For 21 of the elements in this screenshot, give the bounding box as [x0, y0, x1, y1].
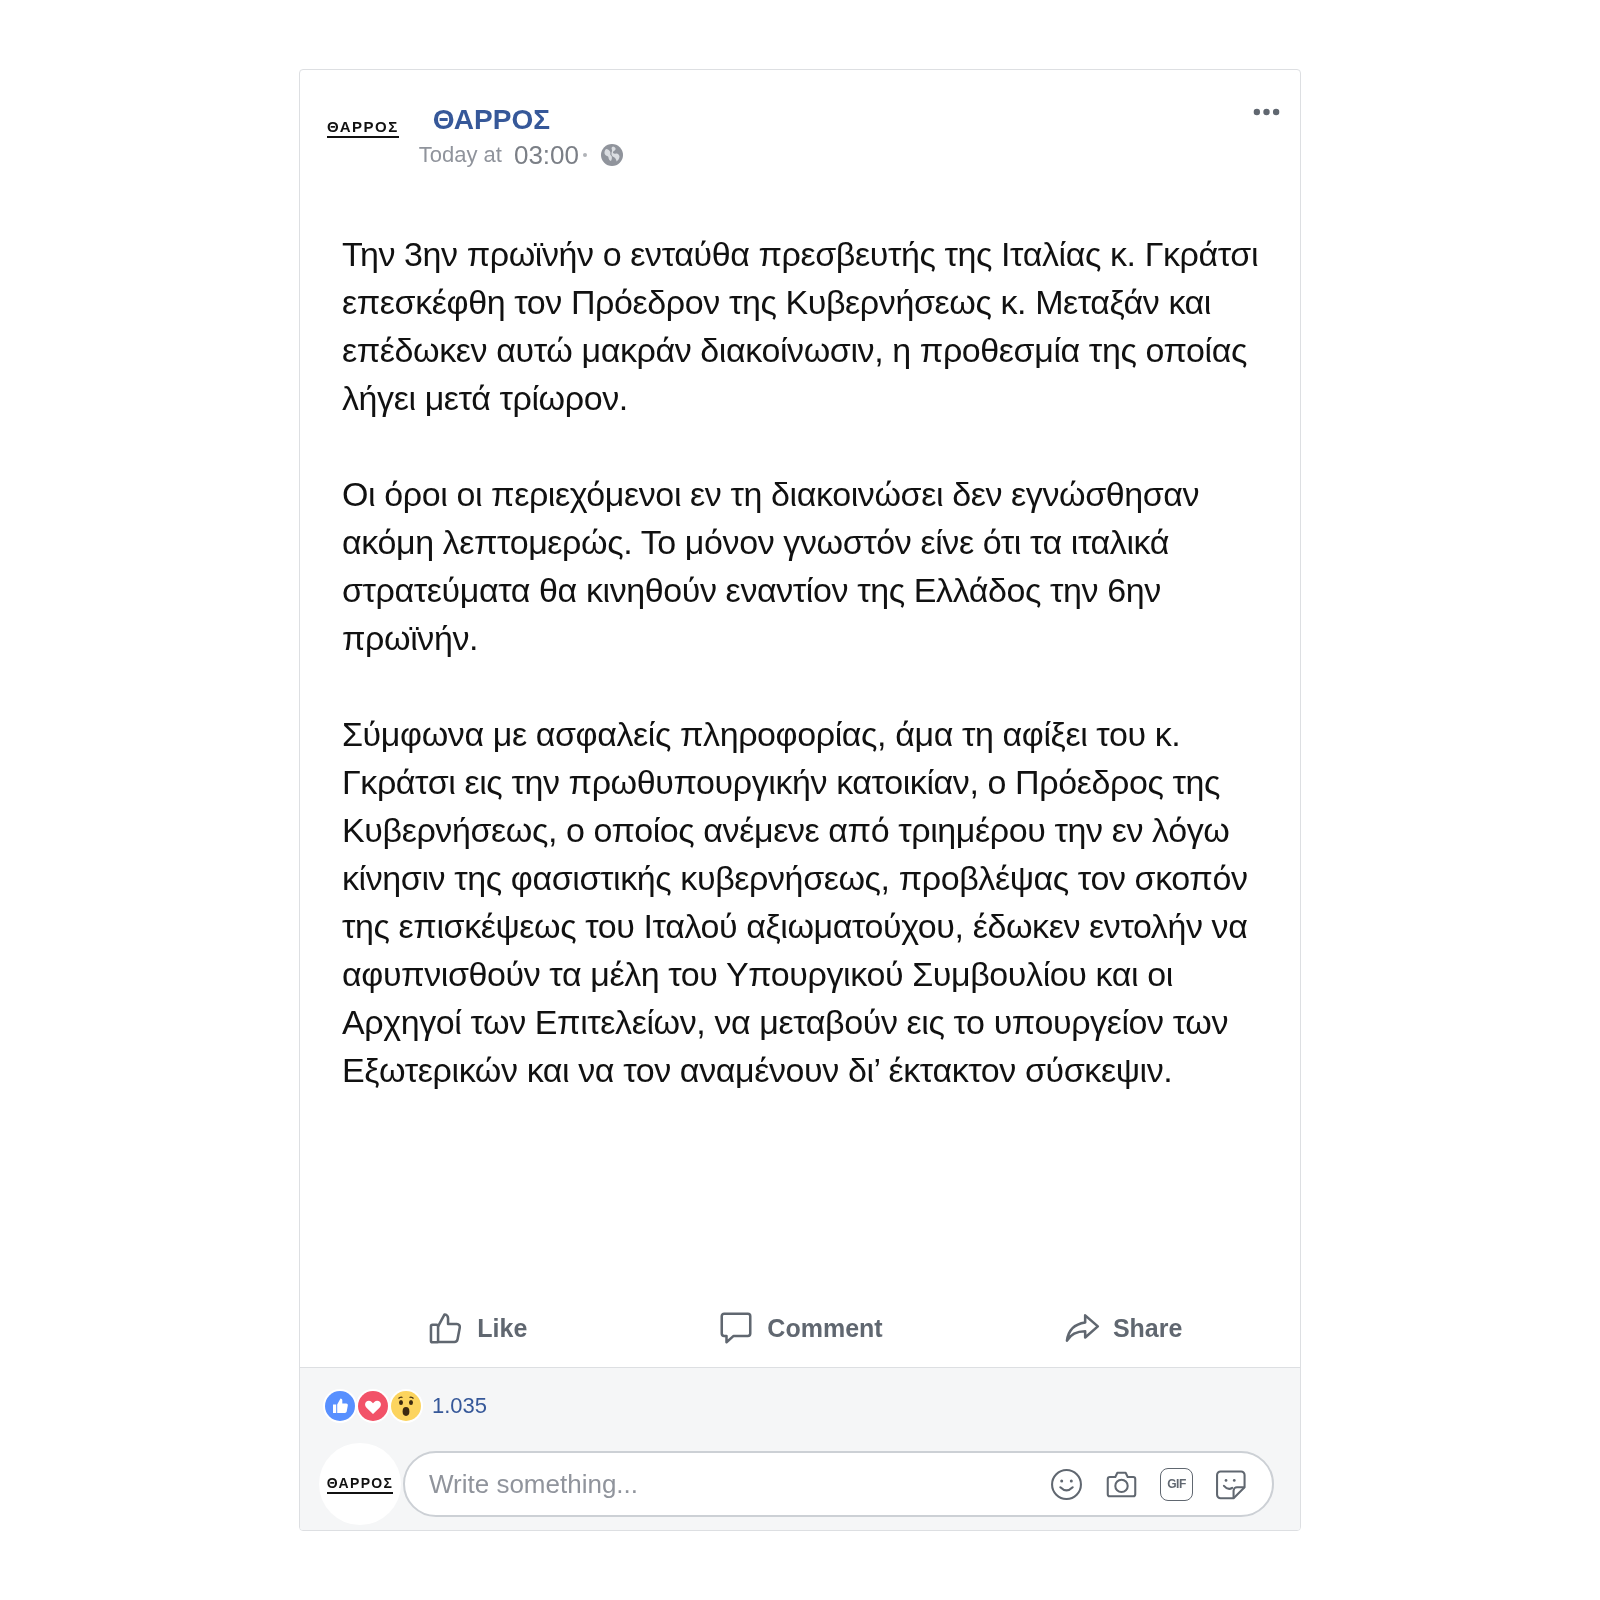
- reaction-count[interactable]: 1.035: [432, 1393, 488, 1419]
- like-button[interactable]: Like: [417, 1303, 538, 1353]
- comment-button[interactable]: Comment: [707, 1303, 893, 1353]
- post-paragraph: Την 3ην πρωϊνήν ο ενταύθα πρεσβευτής της Ιταλίας κ. Γκράτσι επεσκέφθη τον Πρόεδρον της Κυβερνήσεως κ. Μεταξάν και επέδωκεν αυτώ μακράν διακοίνωσιν, η προθεσμία της οποίας λήγει μετά τρίωρον.: [342, 234, 1260, 419]
- comment-field[interactable]: Write something... GIF: [403, 1451, 1274, 1517]
- separator-dot-icon: [583, 153, 588, 157]
- globe-icon[interactable]: [601, 144, 624, 166]
- post-paragraph: Οι όροι οι περιεχόμενοι εν τη διακοινώσει δεν εγνώσθησαν ακόμη λεπτομερώς. Το μόνον γνωστόν είνε ότι τα ιταλικά στρατεύματα θα κινηθούν εναντίον της Ελλάδος την 6ην πρωϊνήν.: [342, 474, 1201, 659]
- avatar-logo: ΘΑΡΡΟΣ: [326, 1474, 394, 1494]
- smiley-icon[interactable]: [1050, 1467, 1083, 1501]
- timestamp-prefix: Today at: [418, 141, 502, 169]
- sticker-icon[interactable]: [1215, 1467, 1248, 1501]
- surprised-face-icon[interactable]: [389, 1389, 423, 1423]
- share-button[interactable]: Share: [1052, 1303, 1193, 1353]
- post-paragraph: Σύμφωνα με ασφαλείς πληροφορίας, άμα τη αφίξει του κ. Γκράτσι εις την πρωθυπουργικήν κατοικίαν, ο Πρόεδρος της Κυβερνήσεως, ο οποίος ανέμενε από τριημέρου την εν λόγω κίνησιν της φασιστικής κυβερνήσεως, προβλέψας τον σκοπόν της επισκέψεως του Ιταλού αξιωματούχου, έδωκεν εντολήν να αφυπνισθούν τα μέλη του Υπουργικού Συμβουλίου και οι Αρχηγοί των Επιτελείων, να μεταβούν εις το υπουργείον των Εξωτερικών και να τον αναμένουν δι’ έκτακτον σύσκεψιν.: [342, 714, 1249, 1091]
- more-options-icon[interactable]: [1253, 108, 1280, 116]
- page-logo[interactable]: ΘΑΡΡΟΣ: [327, 118, 399, 138]
- page-name-link[interactable]: ΘΑΡΡΟΣ: [432, 104, 550, 136]
- timestamp-link[interactable]: 03:00: [513, 140, 580, 170]
- like-reaction-icon[interactable]: [323, 1389, 357, 1423]
- gif-button[interactable]: GIF: [1160, 1467, 1193, 1501]
